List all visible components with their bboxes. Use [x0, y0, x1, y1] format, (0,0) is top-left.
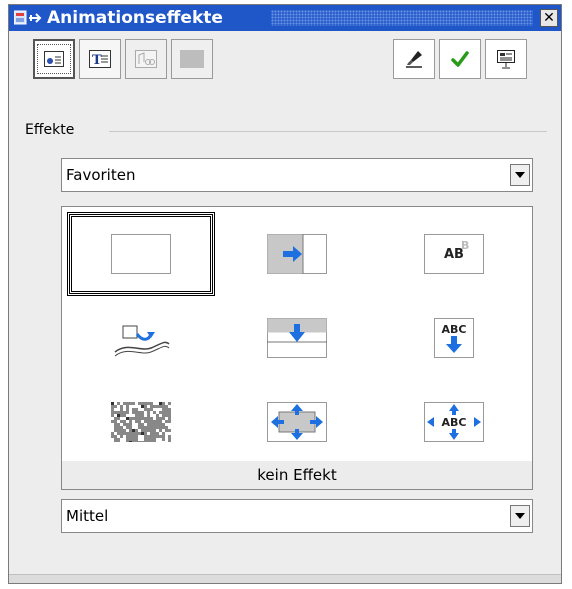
category-dropdown-button[interactable] — [510, 164, 530, 186]
stretch-out-item[interactable] — [223, 380, 371, 464]
text-fade-item[interactable]: AB B — [380, 212, 528, 296]
speed-dropdown-button[interactable] — [510, 505, 530, 527]
extras-button[interactable] — [393, 39, 435, 79]
close-button[interactable]: ✕ — [540, 9, 558, 27]
category-select-value: Favoriten — [66, 166, 136, 184]
ab-fade-icon: AB B — [424, 234, 484, 274]
speed-select-value: Mittel — [66, 507, 109, 525]
assign-button[interactable] — [439, 39, 481, 79]
blank-button[interactable] — [171, 39, 213, 79]
dissolve-icon — [111, 402, 171, 442]
title-bar-pattern — [271, 10, 533, 26]
text-effects-button[interactable]: T — [79, 39, 121, 79]
text-effects-icon: T — [89, 50, 111, 68]
abc-down-icon: ABC — [434, 318, 474, 358]
text-stretch-item[interactable]: ABC — [380, 380, 528, 464]
fly-in-right-item[interactable] — [223, 212, 371, 296]
animation-effects-window: Animationseffekte ✕ T Effekte Favoriten … — [8, 4, 562, 584]
title-bar[interactable]: Animationseffekte ✕ — [9, 5, 561, 31]
brush-icon — [406, 51, 422, 68]
move-along-curve-item[interactable] — [67, 296, 215, 380]
text-fly-down-item[interactable]: ABC — [380, 296, 528, 380]
no-effect-item[interactable] — [67, 212, 215, 296]
effects-gallery: AB B ABC ABC kein Effekt — [61, 206, 533, 490]
preview-button[interactable] — [485, 39, 527, 79]
section-divider — [109, 131, 547, 132]
action-toolbar — [393, 39, 531, 79]
fly-in-top-item[interactable] — [223, 296, 371, 380]
chevron-down-icon — [515, 172, 525, 178]
stretch-arrows-icon — [267, 402, 327, 442]
window-title: Animationseffekte — [47, 8, 223, 28]
arrow-down-icon — [267, 318, 327, 358]
blank-icon — [180, 50, 204, 68]
window-menu-icon[interactable] — [14, 10, 44, 26]
effect-name-label: kein Effekt — [62, 461, 532, 489]
presentation-icon — [497, 50, 515, 69]
arrow-right-icon — [267, 234, 327, 274]
other-effects-icon — [135, 50, 157, 68]
effect-type-toolbar: T — [33, 39, 217, 79]
close-icon: ✕ — [543, 10, 555, 26]
curve-move-icon — [114, 325, 170, 357]
svg-text:T: T — [92, 53, 102, 68]
effects-section-label: Effekte — [25, 122, 81, 138]
abc-text: ABC — [442, 323, 467, 336]
category-select[interactable]: Favoriten — [61, 158, 533, 192]
effects-icon — [44, 51, 64, 67]
window-bottom-edge — [9, 574, 561, 583]
other-effects-button[interactable] — [125, 39, 167, 79]
checkmark-icon — [451, 51, 469, 67]
dissolve-item[interactable] — [67, 380, 215, 464]
blank-slide-icon — [111, 234, 171, 274]
effects-button[interactable] — [33, 39, 75, 79]
abc-stretch-text: ABC — [442, 416, 467, 429]
chevron-down-icon — [515, 513, 525, 519]
speed-select[interactable]: Mittel — [61, 499, 533, 533]
abc-stretch-icon: ABC — [424, 402, 484, 442]
